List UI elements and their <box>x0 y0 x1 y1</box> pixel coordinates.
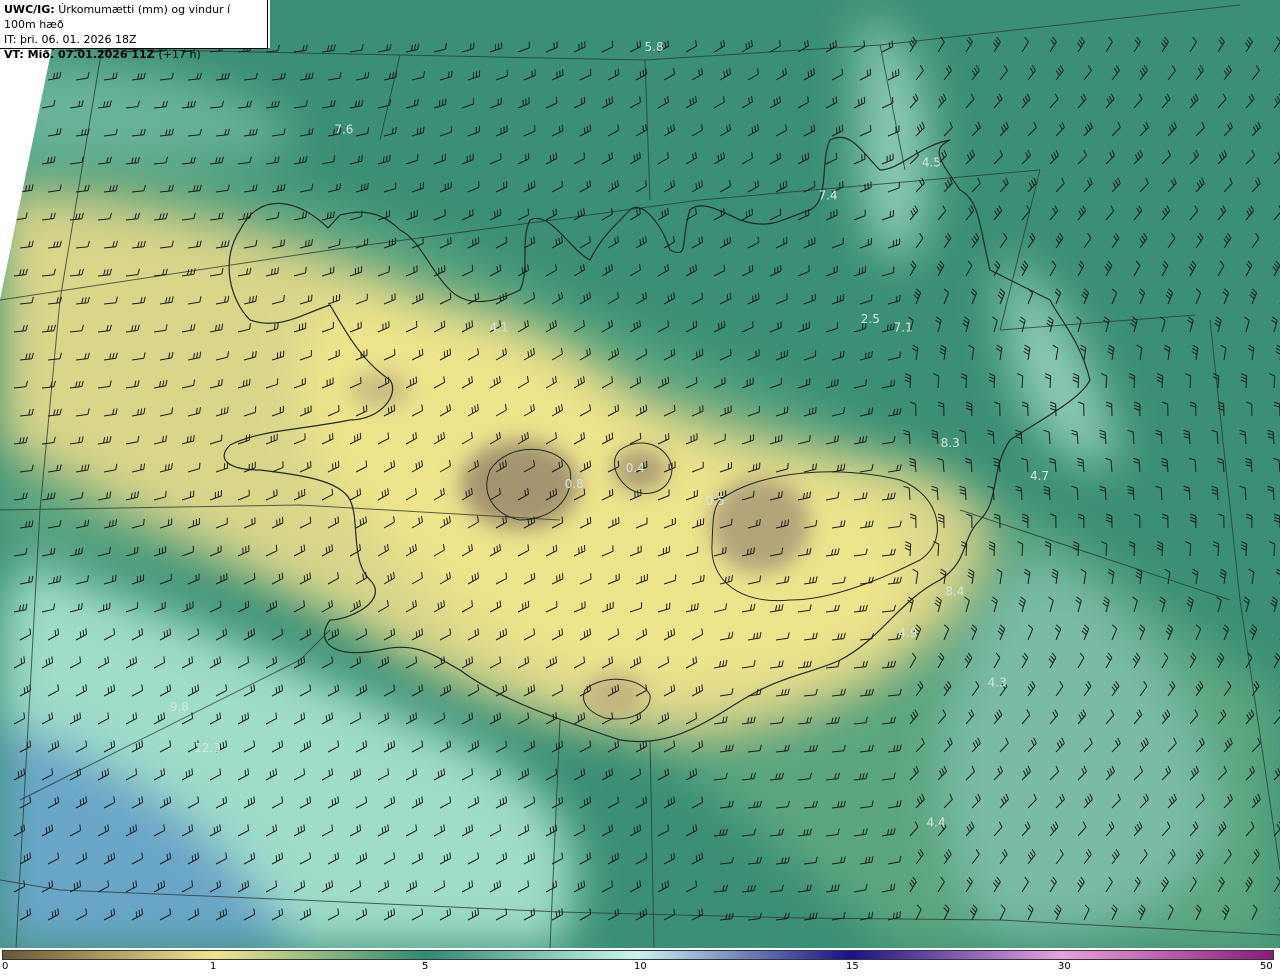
title-box: UWC/IG: Úrkomumætti (mm) og vindur í 100… <box>0 0 268 61</box>
valid-time-label: VT: <box>4 48 24 61</box>
colorbar-tick-15: 15 <box>846 961 859 972</box>
max-value-label: 5.8 <box>645 40 664 54</box>
wind-barb <box>13 155 28 165</box>
max-value-label: 0.4 <box>626 461 645 475</box>
max-value-label: 0.5 <box>706 494 725 508</box>
max-value-label: 4.9 <box>898 626 917 640</box>
max-value-label: 0.8 <box>565 477 584 491</box>
max-value-label: 4.7 <box>1030 469 1049 483</box>
init-time-value: þri. 06. 01. 2026 18Z <box>19 33 137 46</box>
max-value-label: 7.4 <box>818 189 837 203</box>
wind-barb <box>19 71 33 81</box>
max-value-label: 2.5 <box>861 312 880 326</box>
colorbar-tick-5: 5 <box>422 961 429 972</box>
model-label: UWC/IG: <box>4 3 55 16</box>
colorbar-legend: 0 1 5 10 15 30 50 <box>0 948 1280 978</box>
colorbar-tick-10: 10 <box>634 961 647 972</box>
colorbar-tick-0: 0 <box>2 961 9 972</box>
max-value-label: 4.3 <box>988 675 1007 689</box>
colorbar-tick-30: 30 <box>1058 961 1071 972</box>
max-value-label: 12.3 <box>194 741 221 755</box>
colorbar-gradient <box>2 950 1274 960</box>
max-value-label: 8.4 <box>945 585 964 599</box>
valid-time-offset: (+17 h) <box>158 48 201 61</box>
max-value-label: 8.3 <box>941 436 960 450</box>
weather-map: 5.8 7.6 4.5 7.4 2.5 7.1 4.1 8.3 4.7 0.8 0.4 0.5 8.4 4… <box>0 0 1280 978</box>
max-value-label: 4.5 <box>922 156 941 170</box>
colorbar-tick-1: 1 <box>210 961 217 972</box>
wind-barb <box>13 99 28 109</box>
max-value-label: 9.8 <box>170 700 189 714</box>
wind-barb <box>19 127 34 137</box>
precipitation-map-canvas: 5.8 7.6 4.5 7.4 2.5 7.1 4.1 8.3 4.7 0.8 0.4 0.5 8.4 4… <box>0 0 1280 948</box>
max-value-label: 7.6 <box>334 123 353 137</box>
max-value-label: 4.1 <box>489 321 508 335</box>
valid-time-value: Mið. 07.01.2026 11Z <box>27 48 155 61</box>
init-time-label: IT: <box>4 33 17 46</box>
dry-area-westfjords <box>350 372 410 408</box>
colorbar-tick-50: 50 <box>1260 961 1273 972</box>
max-value-label: 4.4 <box>927 816 946 830</box>
max-value-label: 7.1 <box>894 321 913 335</box>
